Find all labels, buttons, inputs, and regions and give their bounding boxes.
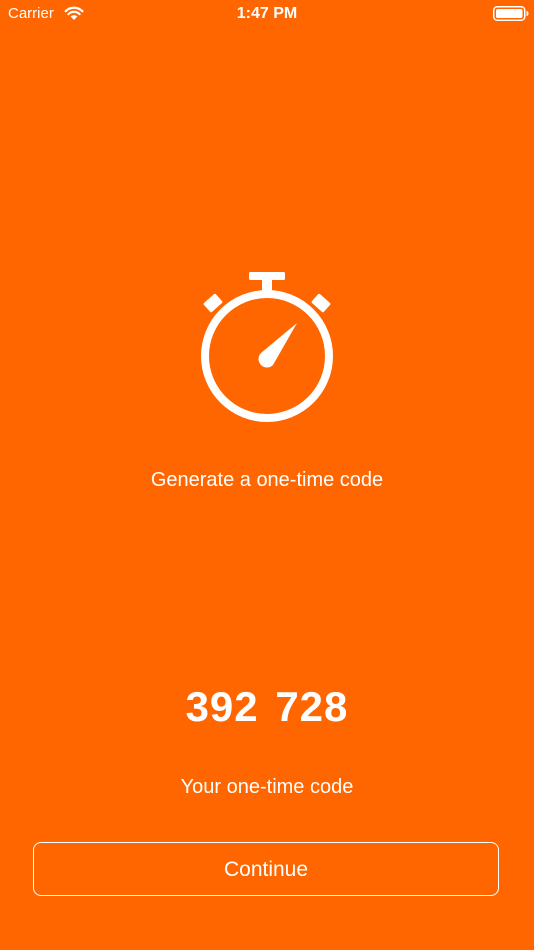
continue-button[interactable]: Continue <box>33 842 499 896</box>
battery-icon <box>493 6 529 21</box>
one-time-code: 392 728 <box>185 683 349 730</box>
status-bar: Carrier 1:47 PM <box>0 0 534 30</box>
status-time: 1:47 PM <box>236 5 298 22</box>
page-heading: Generate a one-time code <box>150 469 384 491</box>
stopwatch-icon <box>201 272 333 422</box>
code-caption: Your one-time code <box>180 776 354 798</box>
